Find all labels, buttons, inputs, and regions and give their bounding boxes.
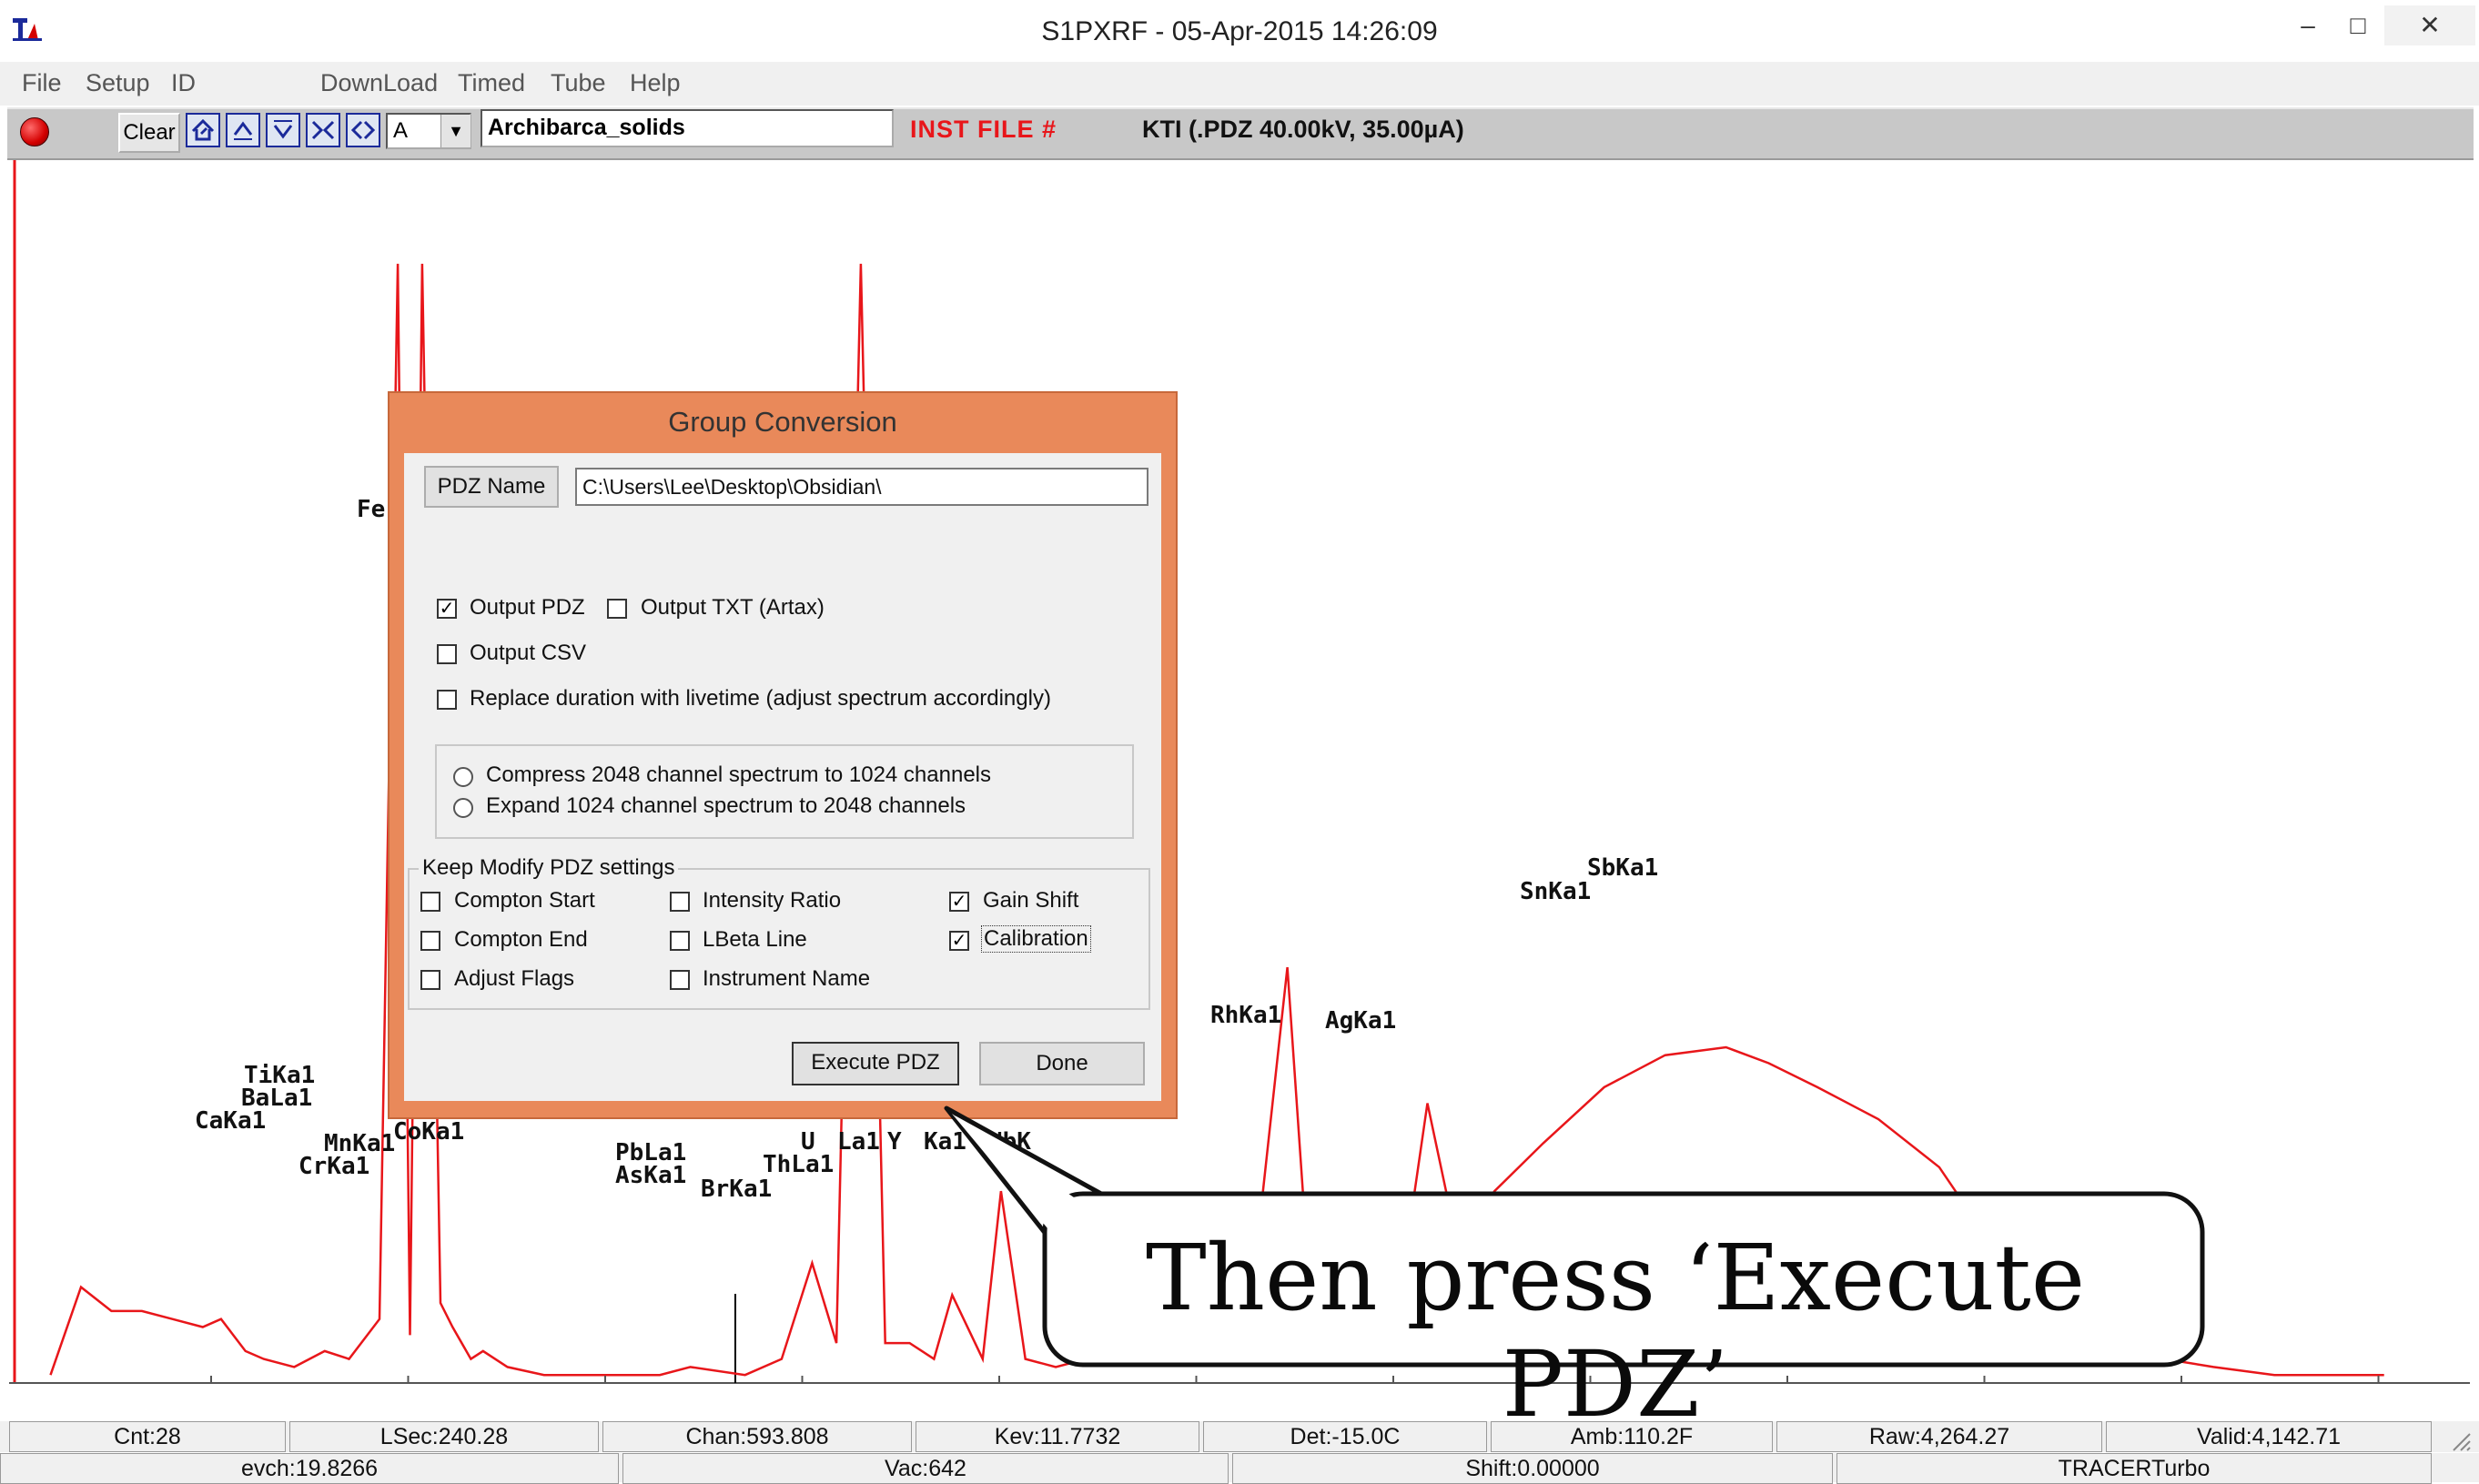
peak-label: CoKa1 <box>393 1118 464 1146</box>
expand-radio[interactable] <box>453 798 473 818</box>
compress-icon[interactable] <box>306 113 340 147</box>
compton-start-checkbox[interactable] <box>420 892 440 912</box>
peak-label: ThLa1 <box>763 1151 834 1178</box>
close-button[interactable]: ✕ <box>2384 5 2475 45</box>
peak-label: AgKa1 <box>1325 1007 1396 1035</box>
compress-radio[interactable] <box>453 767 473 787</box>
clear-button[interactable]: Clear <box>118 113 180 153</box>
peak-label: SbKa1 <box>1587 854 1658 882</box>
compton-end-label: Compton End <box>454 927 588 952</box>
pdz-name-button[interactable]: PDZ Name <box>424 466 559 508</box>
peak-label: CaKa1 <box>195 1107 266 1135</box>
status-evch: evch:19.8266 <box>0 1453 619 1484</box>
menu-file[interactable]: File <box>22 69 62 97</box>
instrument-info: KTI (.PDZ 40.00kV, 35.00µA) <box>1142 116 1464 143</box>
inst-file-label: INST FILE # <box>910 116 1057 143</box>
home-icon[interactable] <box>186 113 220 147</box>
peak-label: RhKa1 <box>1210 1002 1281 1029</box>
output-pdz-label: Output PDZ <box>470 595 585 620</box>
intensity-ratio-checkbox[interactable] <box>670 892 690 912</box>
maximize-button[interactable]: □ <box>2334 5 2382 45</box>
dialog-title: Group Conversion <box>668 406 897 438</box>
gain-shift-checkbox[interactable]: ✓ <box>949 892 969 912</box>
status-cnt: Cnt:28 <box>9 1421 286 1452</box>
peak-label: AsKa1 <box>615 1162 686 1189</box>
menu-download[interactable]: DownLoad <box>320 69 438 97</box>
done-button[interactable]: Done <box>979 1042 1145 1085</box>
menu-tube[interactable]: Tube <box>551 69 606 97</box>
resize-grip-icon[interactable] <box>2448 1428 2472 1452</box>
keep-settings-label: Keep Modify PDZ settings <box>419 855 679 881</box>
output-txt-label: Output TXT (Artax) <box>641 595 825 620</box>
peak-label: CrKa1 <box>298 1153 369 1180</box>
callout-text: Then press ‘Execute PDZ’ <box>1145 1225 2086 1438</box>
output-csv-label: Output CSV <box>470 641 587 665</box>
up-icon[interactable] <box>226 113 260 147</box>
instrument-name-label: Instrument Name <box>703 966 871 991</box>
record-icon[interactable] <box>20 117 49 146</box>
menu-id[interactable]: ID <box>171 69 196 97</box>
output-txt-checkbox[interactable] <box>607 599 627 619</box>
peak-label: SnKa1 <box>1520 878 1591 905</box>
status-lsec: LSec:240.28 <box>289 1421 599 1452</box>
compress-label: Compress 2048 channel spectrum to 1024 c… <box>486 762 991 787</box>
peak-label: Y <box>887 1128 902 1156</box>
output-csv-checkbox[interactable] <box>437 644 457 664</box>
lbeta-line-label: LBeta Line <box>703 927 807 952</box>
menu-timed[interactable]: Timed <box>458 69 525 97</box>
expand-label: Expand 1024 channel spectrum to 2048 cha… <box>486 793 966 818</box>
replace-duration-label: Replace duration with livetime (adjust s… <box>470 686 1051 711</box>
intensity-ratio-label: Intensity Ratio <box>703 888 842 913</box>
channel-options-group <box>435 744 1134 839</box>
peak-label: Fe <box>357 496 385 523</box>
status-instrument: TRACERTurbo <box>1836 1453 2432 1484</box>
calibration-label: Calibration <box>981 925 1091 953</box>
peak-label: La1 <box>837 1128 880 1156</box>
adjust-flags-checkbox[interactable] <box>420 970 440 990</box>
replace-duration-checkbox[interactable] <box>437 690 457 710</box>
lbeta-line-checkbox[interactable] <box>670 931 690 951</box>
expand-icon[interactable] <box>346 113 380 147</box>
menu-help[interactable]: Help <box>630 69 681 97</box>
peak-label: BrKa1 <box>701 1176 772 1203</box>
path-input[interactable]: C:\Users\Lee\Desktop\Obsidian\ <box>575 468 1148 506</box>
compton-start-label: Compton Start <box>454 888 595 913</box>
window-title: S1PXRF - 05-Apr-2015 14:26:09 <box>1041 16 1438 46</box>
down-icon[interactable] <box>266 113 300 147</box>
compton-end-checkbox[interactable] <box>420 931 440 951</box>
execute-pdz-button[interactable]: Execute PDZ <box>792 1042 959 1085</box>
filename-input[interactable]: Archibarca_solids <box>481 109 894 147</box>
status-vac: Vac:642 <box>622 1453 1229 1484</box>
chevron-down-icon[interactable]: ▼ <box>440 115 471 147</box>
calibration-checkbox[interactable]: ✓ <box>949 931 969 951</box>
status-shift: Shift:0.00000 <box>1232 1453 1833 1484</box>
minimize-button[interactable]: – <box>2284 5 2332 45</box>
output-pdz-checkbox[interactable]: ✓ <box>437 599 457 619</box>
status-chan: Chan:593.808 <box>602 1421 912 1452</box>
adjust-flags-label: Adjust Flags <box>454 966 575 991</box>
gain-shift-label: Gain Shift <box>983 888 1079 913</box>
instrument-name-checkbox[interactable] <box>670 970 690 990</box>
menu-setup[interactable]: Setup <box>86 69 150 97</box>
